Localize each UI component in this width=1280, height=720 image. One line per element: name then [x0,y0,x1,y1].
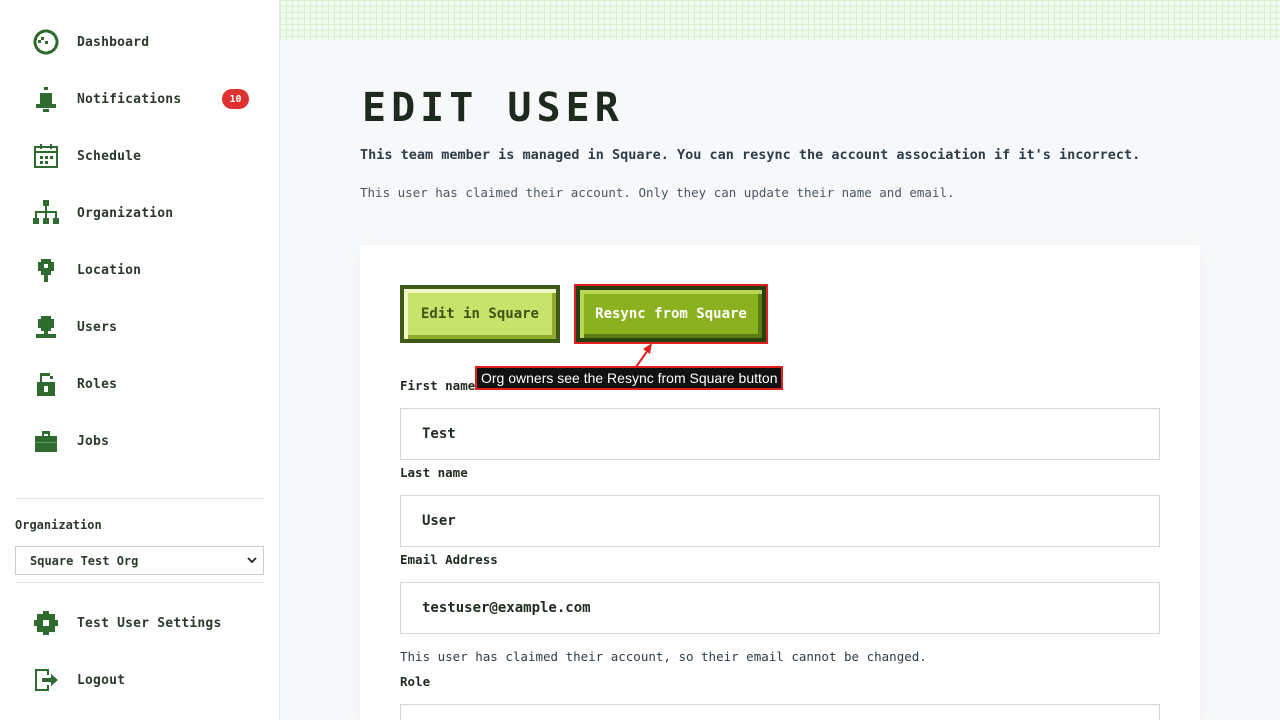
first-name-field[interactable]: Test [400,408,1160,460]
sidebar-item-logout[interactable]: Logout [30,660,270,700]
sidebar-item-dashboard[interactable]: Dashboard [30,22,270,62]
location-pin-icon [30,254,62,286]
sidebar-item-more[interactable] [30,478,270,492]
sidebar-item-label: Location [77,262,142,278]
sidebar-item-schedule[interactable]: Schedule [30,136,270,176]
sidebar: Dashboard Notifications 10 Schedule Orga… [0,0,280,720]
org-chart-icon [30,197,62,229]
briefcase-icon [30,425,62,457]
sidebar-divider [15,582,264,583]
page-title: EDIT USER [362,85,624,131]
sidebar-item-notifications[interactable]: Notifications 10 [30,79,270,119]
notification-count-badge: 10 [222,89,249,109]
organization-select[interactable]: Square Test Org [15,546,264,575]
chevron-down-icon [247,557,257,564]
organization-label: Organization [15,518,102,532]
square-managed-notice: This team member is managed in Square. Y… [360,147,1141,163]
sidebar-item-label: Schedule [77,148,142,164]
logout-icon [30,664,62,696]
edit-in-square-button[interactable]: Edit in Square [400,285,560,343]
sidebar-item-label: Logout [77,672,126,688]
email-label: Email Address [400,552,498,567]
sidebar-item-label: Roles [77,376,118,392]
annotation-callout: Org owners see the Resync from Square bu… [475,366,784,390]
sidebar-item-label: Organization [77,205,174,221]
email-help-text: This user has claimed their account, so … [400,649,927,664]
role-label: Role [400,674,431,689]
gear-icon [30,607,62,639]
sidebar-item-label: Test User Settings [77,615,222,631]
sidebar-item-location[interactable]: Location [30,250,270,290]
sidebar-item-settings[interactable]: Test User Settings [30,603,270,643]
role-select[interactable] [400,704,1160,720]
sidebar-item-organization[interactable]: Organization [30,193,270,233]
bell-icon [30,83,62,115]
sidebar-item-label: Notifications [77,91,182,107]
last-name-field[interactable]: User [400,495,1160,547]
sidebar-item-jobs[interactable]: Jobs [30,421,270,461]
sidebar-item-label: Users [77,319,118,335]
sidebar-item-label: Jobs [77,433,110,449]
sidebar-item-users[interactable]: Users [30,307,270,347]
more-icon [30,482,62,492]
dashboard-icon [30,26,62,58]
sidebar-divider [15,498,264,499]
first-name-label: First name [400,378,476,393]
calendar-icon [30,140,62,172]
organization-select-value: Square Test Org [30,553,139,568]
sidebar-item-roles[interactable]: Roles [30,364,270,404]
email-field[interactable]: testuser@example.com [400,582,1160,634]
sidebar-item-label: Dashboard [77,34,150,50]
header-pattern-strip [280,0,1280,40]
last-name-label: Last name [400,465,468,480]
resync-from-square-button[interactable]: Resync from Square [576,286,766,342]
sidebar-nav: Dashboard Notifications 10 Schedule Orga… [0,0,279,492]
unlock-icon [30,368,62,400]
claimed-account-note: This user has claimed their account. Onl… [360,185,955,200]
user-icon [30,311,62,343]
